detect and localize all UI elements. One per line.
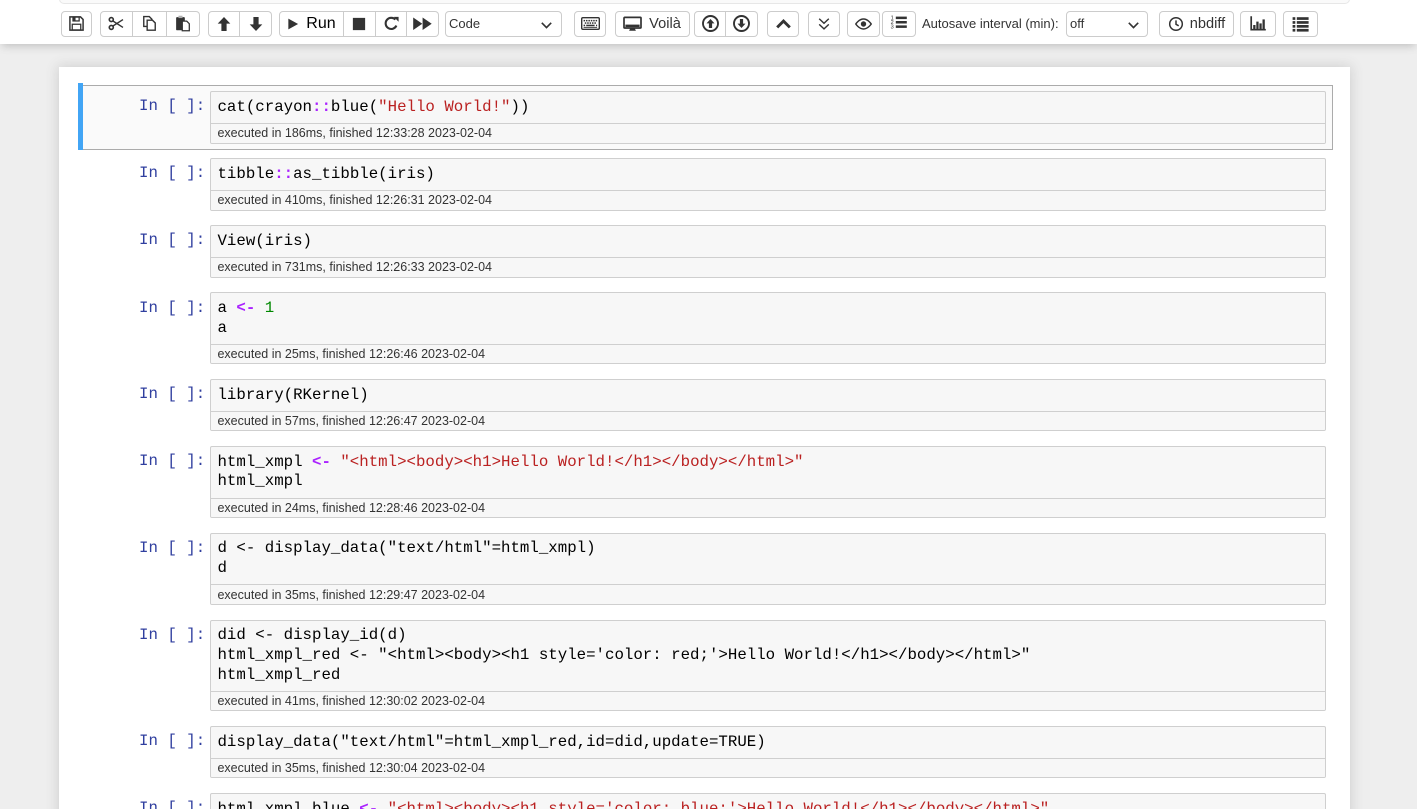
svg-text:3: 3 [891,24,894,30]
